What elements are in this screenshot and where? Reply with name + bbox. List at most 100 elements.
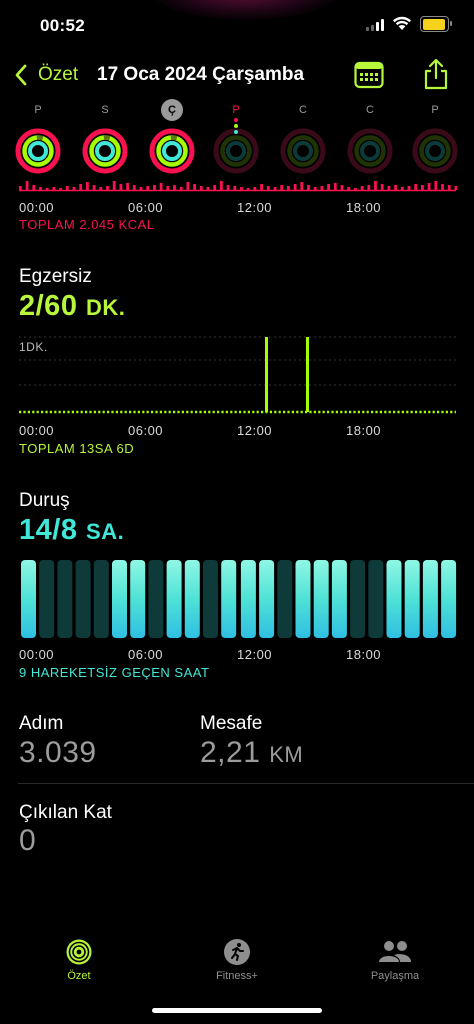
time-tick-label: 12:00: [237, 647, 273, 662]
stand-hour-bar: [166, 560, 182, 638]
stand-hour-bar: [441, 560, 457, 638]
exercise-value: 2/60 DK.: [19, 290, 125, 323]
tab-ozet[interactable]: Özet: [19, 938, 139, 982]
stand-hour-bar: [93, 560, 109, 638]
stand-hour-bar: [422, 560, 438, 638]
day-activity-rings[interactable]: [148, 127, 196, 175]
time-tick-label: 06:00: [128, 423, 164, 438]
time-tick-label: 18:00: [346, 423, 382, 438]
move-bar: [360, 186, 364, 190]
tab-label: Özet: [67, 970, 91, 982]
move-bar: [253, 187, 257, 190]
tab-label: Fitness+: [216, 970, 258, 982]
stand-hour-bar: [368, 560, 384, 638]
divider: [18, 783, 474, 784]
move-bar: [173, 185, 176, 190]
time-tick-label: 00:00: [19, 423, 55, 438]
move-bar: [132, 185, 136, 190]
move-bar: [427, 183, 431, 190]
move-bar: [380, 184, 384, 190]
move-bar: [220, 181, 223, 190]
stand-hour-bar: [57, 560, 73, 638]
move-bar: [92, 185, 96, 190]
share-icon[interactable]: [423, 57, 449, 91]
steps-label: Adım: [19, 713, 64, 734]
day-activity-rings[interactable]: [81, 127, 129, 175]
move-bar: [293, 184, 297, 190]
stand-hour-bar: [130, 560, 146, 638]
move-bar: [99, 187, 103, 190]
stand-hour-bar: [221, 560, 237, 638]
time-tick-label: 06:00: [128, 647, 164, 662]
day-activity-rings[interactable]: [346, 127, 394, 175]
move-bar: [72, 187, 76, 190]
back-label: Özet: [38, 64, 79, 85]
move-bar: [206, 187, 210, 190]
steps-value: 3.039: [19, 736, 97, 769]
stand-hour-bar: [277, 560, 293, 638]
today-indicator-dot: [234, 130, 238, 134]
move-bar: [374, 181, 377, 190]
move-bar: [193, 184, 196, 190]
stand-hour-bar: [313, 560, 329, 638]
week-day-label: P: [431, 104, 439, 116]
move-bar: [414, 184, 418, 190]
move-bar: [434, 181, 438, 190]
stand-hour-bar: [75, 560, 91, 638]
move-bar: [213, 185, 217, 190]
exercise-bar: [265, 337, 268, 412]
exercise-bar: [306, 337, 309, 412]
stand-hour-bar: [331, 560, 347, 638]
move-bar: [153, 185, 156, 190]
sharing-people-icon: [379, 941, 411, 962]
move-bar: [159, 183, 163, 190]
move-bar: [233, 186, 237, 190]
day-activity-rings[interactable]: [212, 127, 260, 175]
exercise-unit: DK.: [86, 295, 126, 320]
tab-paylasma[interactable]: Paylaşma: [335, 938, 455, 982]
stand-hour-bar: [203, 560, 218, 638]
move-bar: [240, 187, 243, 190]
exercise-ytick: 1DK.: [19, 340, 48, 354]
time-tick-label: 12:00: [237, 200, 273, 215]
move-bar: [166, 186, 170, 190]
move-bar: [313, 187, 317, 190]
calendar-button[interactable]: [354, 61, 384, 89]
move-bar: [119, 184, 123, 190]
move-bar: [421, 185, 424, 190]
week-day-label: S: [101, 104, 109, 116]
day-activity-rings[interactable]: [279, 127, 327, 175]
move-bar: [79, 184, 83, 190]
stand-unit: SA.: [86, 519, 125, 544]
move-bar: [347, 187, 351, 190]
day-activity-rings[interactable]: [14, 127, 62, 175]
page-title: 17 Oca 2024 Çarşamba: [97, 64, 305, 85]
move-bar: [327, 184, 330, 190]
back-button[interactable]: Özet: [14, 60, 78, 90]
wifi-icon: [393, 16, 411, 30]
move-bar: [333, 183, 337, 190]
distance-unit: KM: [269, 742, 304, 767]
move-bar: [45, 188, 49, 190]
day-activity-rings[interactable]: [411, 127, 459, 175]
distance-label: Mesafe: [200, 713, 263, 734]
time-tick-label: 12:00: [237, 423, 273, 438]
distance-value-number: 2,21: [200, 736, 261, 769]
today-indicator-dot: [234, 124, 238, 128]
week-day-label: C: [299, 104, 307, 116]
today-indicator-dot: [234, 118, 238, 122]
time-tick-label: 06:00: [128, 200, 164, 215]
stand-hour-bar: [148, 560, 164, 638]
status-bar: 00:52: [0, 0, 474, 50]
week-day-label: C: [366, 104, 374, 116]
activity-rings-icon: [66, 939, 92, 965]
stand-hour-bar: [184, 560, 200, 638]
stand-hour-bar: [386, 560, 402, 638]
exercise-chart: [19, 336, 456, 414]
move-bar: [226, 185, 230, 190]
tab-fitness-plus[interactable]: Fitness+: [177, 938, 297, 982]
move-bar: [59, 188, 62, 190]
move-bar: [139, 187, 143, 190]
stand-hour-bar: [295, 560, 311, 638]
status-time: 00:52: [40, 16, 85, 35]
